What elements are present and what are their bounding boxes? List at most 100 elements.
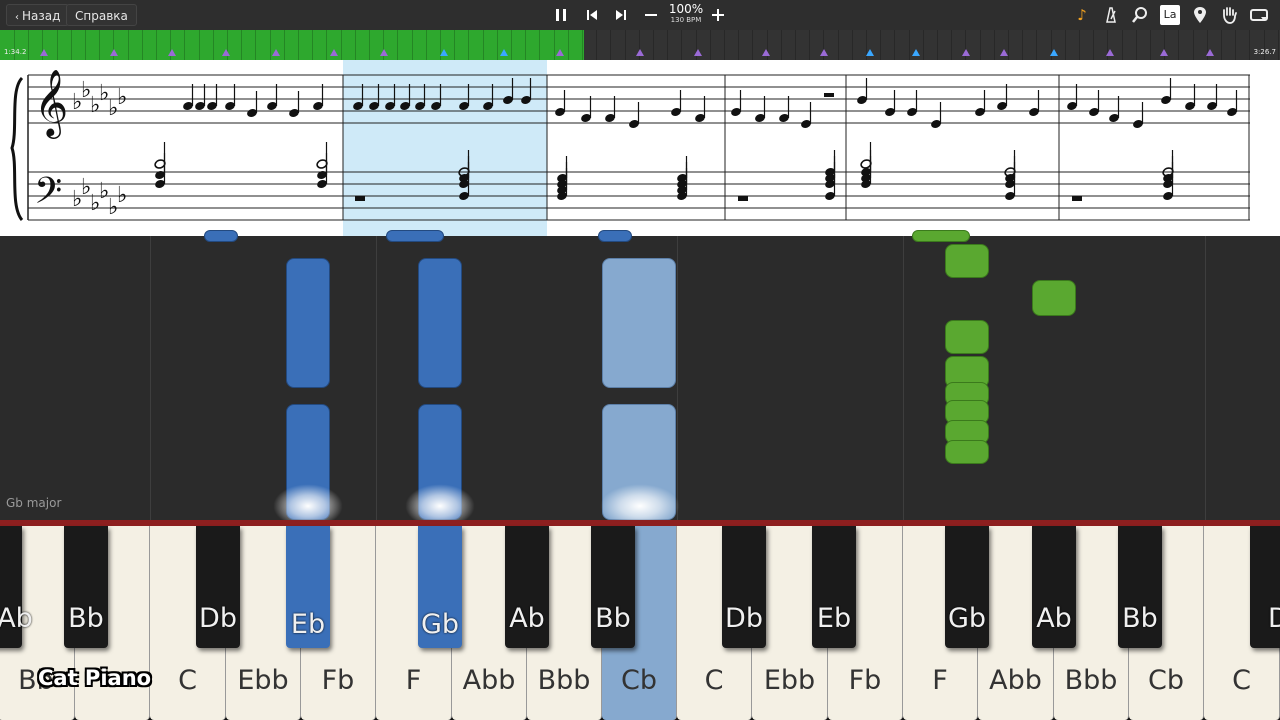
back-button[interactable]: ‹ Назад xyxy=(6,4,70,26)
timeline-tick xyxy=(355,30,356,60)
black-key[interactable]: Eb xyxy=(812,526,856,648)
timeline-tick xyxy=(213,30,214,60)
black-key[interactable]: Bb xyxy=(1118,526,1162,648)
black-key[interactable]: Ab xyxy=(1032,526,1076,648)
black-key[interactable]: Db xyxy=(196,526,240,648)
grand-staff-brace xyxy=(10,76,24,221)
note-labels-button[interactable]: La xyxy=(1160,5,1180,25)
timeline-marker xyxy=(866,49,874,56)
tempo-percent: 100% xyxy=(668,2,704,16)
falling-note xyxy=(386,230,444,242)
measure-line xyxy=(677,236,678,520)
white-key-label: Cb xyxy=(1148,665,1184,696)
half-rest xyxy=(1072,196,1082,201)
timeline-marker xyxy=(694,49,702,56)
help-button[interactable]: Справка xyxy=(66,4,137,26)
white-key-label: Fb xyxy=(848,665,882,696)
measure-line xyxy=(1205,236,1206,520)
whole-rest xyxy=(824,93,834,97)
timeline-marker xyxy=(556,49,564,56)
timeline-tick xyxy=(951,30,952,60)
timeline-tick xyxy=(980,30,981,60)
white-key-label: Ebb xyxy=(763,665,816,696)
measure-line xyxy=(903,236,904,520)
black-key[interactable]: Bb xyxy=(64,526,108,648)
tempo-bpm: 130 BPM xyxy=(670,16,702,24)
music-note-icon[interactable]: ♪ xyxy=(1071,4,1093,26)
black-key-label: Bb xyxy=(1122,603,1158,634)
timeline-tick xyxy=(312,30,313,60)
timeline-tick xyxy=(525,30,526,60)
timeline-tick xyxy=(681,30,682,60)
black-key[interactable]: Bb xyxy=(591,526,635,648)
search-icon[interactable] xyxy=(1129,4,1151,26)
loop-icon[interactable] xyxy=(1248,4,1270,26)
timeline-tick xyxy=(1221,30,1222,60)
timeline-tick xyxy=(270,30,271,60)
timeline-marker xyxy=(1050,49,1058,56)
timeline-tick xyxy=(1178,30,1179,60)
pause-button[interactable] xyxy=(550,4,572,26)
timeline-tick xyxy=(894,30,895,60)
black-key-label: Gb xyxy=(420,609,460,640)
next-button[interactable] xyxy=(610,4,632,26)
black-key-label: Ab xyxy=(0,603,33,634)
sheet-music[interactable]: 𝄞 𝄢 ♭ ♭ ♭ ♭ ♭ ♭ ♭ ♭ ♭ ♭ ♭ ♭ xyxy=(0,60,1280,236)
black-key[interactable]: Db xyxy=(722,526,766,648)
piano-keyboard[interactable]: Bb C Ebb Fb F Abb Bbb Cb C Ebb Fb F Abb … xyxy=(0,526,1280,720)
timeline-marker xyxy=(1160,49,1168,56)
timeline-tick xyxy=(1122,30,1123,60)
black-key[interactable]: Db xyxy=(1250,526,1280,648)
timeline-tick xyxy=(142,30,143,60)
timeline-tick xyxy=(255,30,256,60)
timeline-tick xyxy=(795,30,796,60)
timeline-tick xyxy=(667,30,668,60)
previous-button[interactable] xyxy=(581,4,603,26)
timeline-tick xyxy=(454,30,455,60)
timeline-tick xyxy=(1235,30,1236,60)
timeline-tick xyxy=(511,30,512,60)
skip-forward-icon xyxy=(616,10,626,20)
timeline-tick xyxy=(241,30,242,60)
black-key-label: Ab xyxy=(1036,603,1072,634)
black-key[interactable]: Ab xyxy=(505,526,549,648)
bass-clef: 𝄢 xyxy=(34,170,62,221)
black-key[interactable]: Gb xyxy=(945,526,989,648)
timeline-tick xyxy=(539,30,540,60)
timeline-tick xyxy=(610,30,611,60)
timeline-tick xyxy=(923,30,924,60)
black-key-label: Eb xyxy=(816,603,852,634)
timeline-tick xyxy=(1022,30,1023,60)
black-key-label: Bb xyxy=(595,603,631,634)
half-rest xyxy=(738,196,748,201)
tempo-decrease-button[interactable] xyxy=(640,4,662,26)
watermark: Cat Piano xyxy=(38,666,152,690)
timeline-tick xyxy=(781,30,782,60)
white-key-label: Cb xyxy=(621,665,657,696)
timeline-tick xyxy=(426,30,427,60)
falling-note xyxy=(945,244,989,278)
timeline-tick xyxy=(99,30,100,60)
skip-back-icon xyxy=(587,10,597,20)
plus-icon xyxy=(712,9,724,21)
falling-note xyxy=(598,230,632,242)
timeline-tick xyxy=(85,30,86,60)
black-key-pressed[interactable]: Eb xyxy=(286,526,330,648)
timeline-tick xyxy=(880,30,881,60)
tempo-increase-button[interactable] xyxy=(707,4,729,26)
top-toolbar: ‹ Назад Справка 100% 130 BPM ♪ La xyxy=(0,0,1280,30)
timeline-tick xyxy=(1193,30,1194,60)
white-key-label: Bbb xyxy=(537,665,591,696)
timeline-tick xyxy=(625,30,626,60)
timeline-marker xyxy=(762,49,770,56)
timeline-tick xyxy=(397,30,398,60)
timeline-tick xyxy=(184,30,185,60)
treble-clef: 𝄞 xyxy=(34,68,68,139)
map-pin-icon[interactable] xyxy=(1189,4,1211,26)
timeline-tick xyxy=(724,30,725,60)
hand-icon[interactable] xyxy=(1218,4,1240,26)
timeline-scrubber[interactable]: 1:34.2 3:26.7 xyxy=(0,30,1280,60)
metronome-icon[interactable] xyxy=(1100,4,1122,26)
black-key[interactable]: Ab xyxy=(0,526,33,648)
black-key-pressed[interactable]: Gb xyxy=(418,526,462,648)
